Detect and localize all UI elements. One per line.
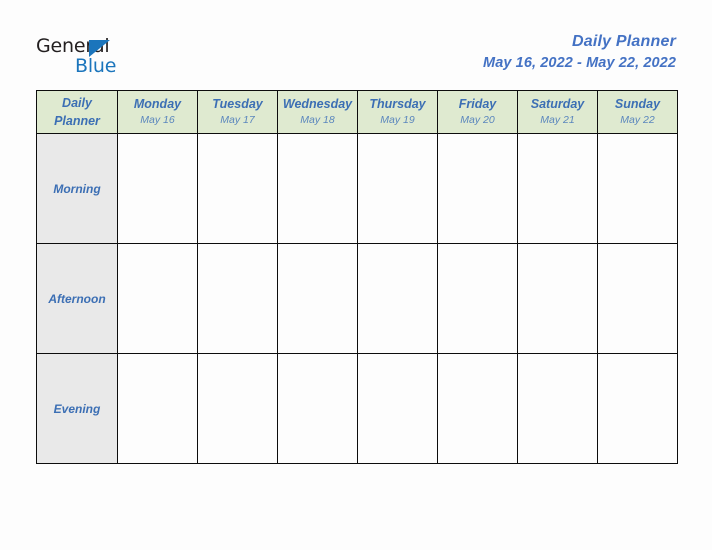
- day-name: Monday: [133, 97, 182, 112]
- row-label-morning: Morning: [36, 133, 118, 244]
- row-label-text: Evening: [53, 401, 101, 416]
- table-row: Evening: [36, 353, 678, 464]
- day-name: Friday: [458, 97, 497, 112]
- slot-afternoon-tuesday[interactable]: [197, 243, 278, 354]
- date-range: May 16, 2022 - May 22, 2022: [483, 54, 676, 71]
- corner-label-line1: Daily: [62, 95, 92, 110]
- day-date: May 19: [380, 114, 415, 127]
- table-header-row: Daily Planner Monday May 16 Tuesday May …: [36, 90, 678, 134]
- page-title: Daily Planner: [572, 33, 676, 50]
- row-label-afternoon: Afternoon: [36, 243, 118, 354]
- slot-afternoon-saturday[interactable]: [517, 243, 598, 354]
- slot-afternoon-sunday[interactable]: [597, 243, 678, 354]
- column-header-sunday: Sunday May 22: [597, 90, 678, 134]
- column-header-thursday: Thursday May 19: [357, 90, 438, 134]
- slot-morning-thursday[interactable]: [357, 133, 438, 244]
- logo-word-blue: Blue: [75, 55, 117, 77]
- slot-morning-friday[interactable]: [437, 133, 518, 244]
- slot-afternoon-wednesday[interactable]: [277, 243, 358, 354]
- day-name: Saturday: [530, 97, 585, 112]
- slot-evening-saturday[interactable]: [517, 353, 598, 464]
- table-row: Afternoon: [36, 243, 678, 354]
- corner-label-line2: Planner: [54, 114, 100, 128]
- day-name: Wednesday: [282, 97, 353, 112]
- table-corner-cell: Daily Planner: [36, 90, 118, 134]
- column-header-friday: Friday May 20: [437, 90, 518, 134]
- column-header-monday: Monday May 16: [117, 90, 198, 134]
- row-label-text: Afternoon: [48, 291, 106, 306]
- column-header-saturday: Saturday May 21: [517, 90, 598, 134]
- slot-evening-sunday[interactable]: [597, 353, 678, 464]
- slot-evening-thursday[interactable]: [357, 353, 438, 464]
- slot-evening-monday[interactable]: [117, 353, 198, 464]
- table-row: Morning: [36, 133, 678, 244]
- day-name: Sunday: [614, 97, 661, 112]
- column-header-wednesday: Wednesday May 18: [277, 90, 358, 134]
- slot-morning-saturday[interactable]: [517, 133, 598, 244]
- day-name: Tuesday: [212, 97, 263, 112]
- day-date: May 20: [460, 114, 495, 127]
- slot-morning-wednesday[interactable]: [277, 133, 358, 244]
- slot-evening-friday[interactable]: [437, 353, 518, 464]
- slot-afternoon-monday[interactable]: [117, 243, 198, 354]
- slot-afternoon-friday[interactable]: [437, 243, 518, 354]
- row-label-evening: Evening: [36, 353, 118, 464]
- slot-evening-tuesday[interactable]: [197, 353, 278, 464]
- slot-morning-monday[interactable]: [117, 133, 198, 244]
- daily-planner-table: Daily Planner Monday May 16 Tuesday May …: [36, 90, 678, 464]
- slot-afternoon-thursday[interactable]: [357, 243, 438, 354]
- day-name: Thursday: [369, 97, 426, 112]
- day-date: May 17: [220, 114, 255, 127]
- slot-evening-wednesday[interactable]: [277, 353, 358, 464]
- day-date: May 18: [300, 114, 335, 127]
- row-label-text: Morning: [53, 181, 101, 196]
- general-blue-logo[interactable]: General Blue: [36, 37, 136, 79]
- column-header-tuesday: Tuesday May 17: [197, 90, 278, 134]
- page-header: General Blue Daily Planner May 16, 2022 …: [0, 0, 712, 88]
- slot-morning-sunday[interactable]: [597, 133, 678, 244]
- day-date: May 22: [620, 114, 655, 127]
- day-date: May 21: [540, 114, 575, 127]
- slot-morning-tuesday[interactable]: [197, 133, 278, 244]
- day-date: May 16: [140, 114, 175, 127]
- title-block: Daily Planner May 16, 2022 - May 22, 202…: [483, 32, 676, 75]
